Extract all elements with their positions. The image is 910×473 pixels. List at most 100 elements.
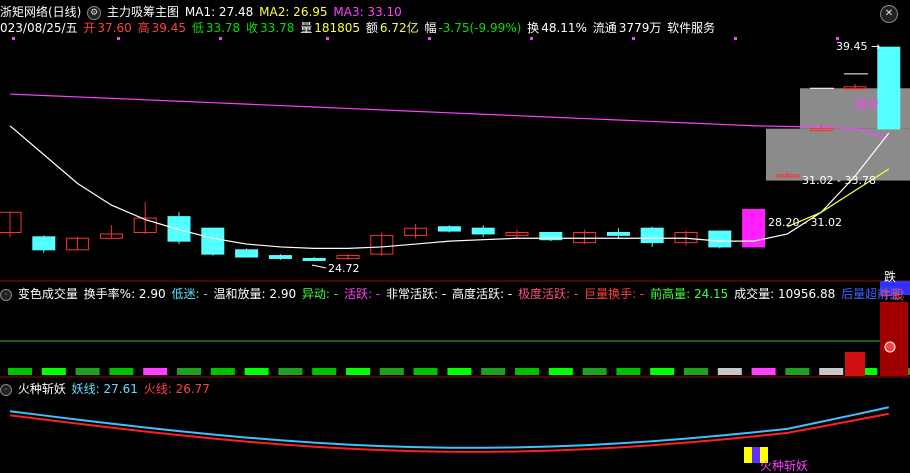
- volume-panel-name[interactable]: 变色成交量: [18, 287, 78, 301]
- candle-body: [201, 227, 225, 255]
- volume-bar: [616, 368, 641, 375]
- volume-bar: [582, 368, 607, 375]
- volume-bar: [244, 368, 269, 375]
- demon-line: [9, 406, 890, 449]
- volume-bar: [143, 368, 168, 375]
- bottom-panel-toggle-icon[interactable]: ·: [0, 383, 12, 396]
- turnover-rate: 换手率%: 2.90: [83, 287, 166, 301]
- volume-bar: [650, 368, 675, 375]
- zone-lower-label: 28.20 - 31.02: [768, 216, 842, 229]
- low-value: 33.78: [205, 21, 241, 35]
- volume-bar: [210, 368, 235, 375]
- volume-bar: [481, 368, 506, 375]
- quote-date: 023/08/25/五: [0, 21, 78, 35]
- indicator-settings-icon[interactable]: ⚙: [87, 5, 102, 20]
- change-value: -3.75(-9.99%): [438, 21, 522, 35]
- volume-bar: [346, 368, 370, 375]
- candle-body: [708, 230, 732, 248]
- volume-bar: [379, 368, 404, 375]
- candle-body: [32, 236, 56, 251]
- volume-bar: [8, 368, 32, 375]
- low-arrow: [311, 264, 327, 269]
- marker-dot: [632, 37, 635, 40]
- volume-bar: [717, 368, 742, 375]
- low-volume-indicator: 低迷: -: [171, 287, 208, 301]
- candle-body: [268, 255, 292, 259]
- marker-dot: [734, 37, 737, 40]
- marker-dot: [326, 37, 329, 40]
- marker-dot: [530, 37, 533, 40]
- bottom-panel-name[interactable]: 火种斩妖: [18, 382, 66, 396]
- volume-bar: [819, 368, 844, 375]
- turnover-value: 48.11%: [541, 21, 587, 35]
- candle-body: [606, 232, 630, 236]
- amount-label: 额: [365, 21, 378, 35]
- volume-label: 量: [300, 21, 313, 35]
- close-value: 33.78: [260, 21, 295, 35]
- marker-dot: [117, 37, 120, 40]
- candle-body: [302, 257, 326, 261]
- float-value: 3779万: [618, 21, 662, 35]
- high-price-annotation: 39.45 →: [836, 40, 880, 53]
- high-active-indicator: 高度活跃: -: [452, 287, 513, 301]
- float-label: 流通: [592, 21, 617, 35]
- marker-dot: [428, 37, 431, 40]
- stock-chart-canvas[interactable]: 39.45 → 24.72 31.02 - 33.78 28.20 - 31.02 加仓…: [0, 0, 910, 473]
- bull-signal-icon: [884, 341, 896, 353]
- open-value: 37.60: [97, 21, 132, 35]
- volume-readout: 成交量: 10956.88: [734, 287, 836, 301]
- volume-bar: [785, 368, 810, 375]
- volume-bar: [41, 368, 66, 375]
- signal-marker: [752, 447, 760, 463]
- abnormal-indicator: 异动: -: [301, 287, 339, 301]
- stock-title: 浙矩网络(日线): [0, 5, 82, 19]
- volume-bar: [278, 368, 303, 375]
- volume-bar: [413, 368, 438, 375]
- add-position-label: 加仓: [855, 97, 879, 111]
- close-label: 收: [246, 21, 259, 35]
- fire-signal-label: 火种斩妖: [760, 459, 808, 473]
- ma2-value: MA2: 26.95: [259, 5, 328, 19]
- low-label: 低: [191, 21, 204, 35]
- ma-pink-line: [9, 93, 889, 140]
- ma1-value: MA1: 27.48: [184, 5, 254, 19]
- volume-bar-big: [845, 352, 865, 376]
- extreme-active-indicator: 极度活跃: -: [518, 287, 579, 301]
- close-icon[interactable]: ✕: [880, 5, 898, 23]
- high-value: 39.45: [151, 21, 186, 35]
- ma3-value: MA3: 33.10: [333, 5, 402, 19]
- low-price-annotation: 24.72: [328, 262, 360, 275]
- very-active-indicator: 非常活跃: -: [385, 287, 447, 301]
- candle-body: [167, 216, 191, 242]
- bull-stock-label: 牛股: [880, 288, 905, 302]
- volume-bar: [109, 368, 134, 375]
- sector-name[interactable]: 软件服务: [667, 21, 715, 35]
- active-indicator: 活跃: -: [343, 287, 381, 301]
- change-label: 幅: [424, 21, 437, 35]
- candle-body: [471, 227, 495, 235]
- drop-label: 跌: [884, 270, 897, 284]
- indicator-name[interactable]: 主力吸筹主图: [107, 5, 179, 19]
- fire-line-value: 火线: 26.77: [143, 382, 210, 396]
- open-label: 开: [83, 21, 96, 35]
- candle-body: [877, 46, 901, 130]
- marker-dot: [219, 37, 222, 40]
- volume-bar: [684, 368, 708, 375]
- previous-high-volume: 前高量: 24.15: [650, 287, 729, 301]
- candle-body: [437, 226, 461, 232]
- volume-bar: [312, 368, 337, 375]
- volume-bar: [751, 368, 776, 375]
- volume-panel-toggle-icon[interactable]: ·: [0, 288, 12, 301]
- volume-bar: [447, 368, 472, 375]
- candle-body: [235, 249, 259, 258]
- volume-bar-huge: [880, 302, 908, 376]
- zone-upper-label: 31.02 - 33.78: [802, 174, 876, 187]
- volume-bar: [515, 368, 539, 375]
- volume-bar: [548, 368, 573, 375]
- candle-body: [640, 227, 664, 244]
- volume-bar: [75, 368, 100, 375]
- marker-dot: [12, 37, 15, 40]
- turnover-label: 换: [527, 21, 540, 35]
- mild-volume-indicator: 温和放量: 2.90: [213, 287, 297, 301]
- volume-value: 181805: [314, 21, 361, 35]
